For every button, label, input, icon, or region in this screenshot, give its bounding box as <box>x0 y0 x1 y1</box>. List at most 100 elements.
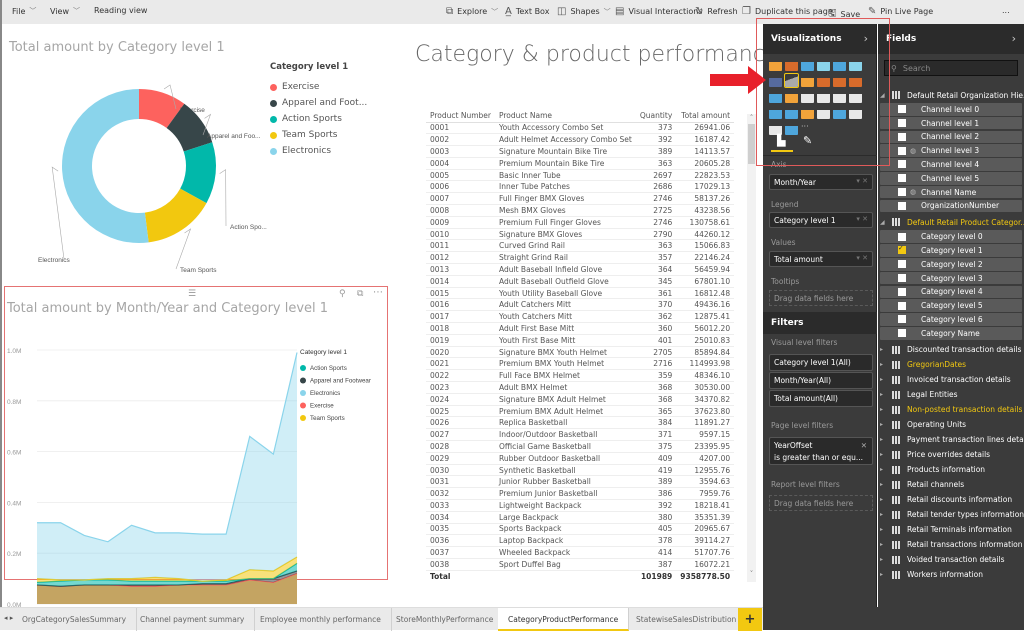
scrollbar-thumb[interactable] <box>748 124 755 164</box>
table-row[interactable]: 0002 Adult Helmet Accessory Combo Set 392 1… <box>426 133 735 147</box>
field-table[interactable]: ▸ Workers information <box>880 568 983 582</box>
donut-slice[interactable] <box>62 89 149 243</box>
page-tab[interactable]: StatewiseSalesDistribution <box>626 608 748 631</box>
area-legend-item[interactable]: Team Sports <box>310 415 345 422</box>
field-item[interactable]: Channel level 4 <box>880 158 1022 171</box>
area-legend-item[interactable]: Action Sports <box>310 365 347 372</box>
table-scrollbar[interactable]: ˄ ˅ <box>747 114 756 582</box>
expand-triangle-icon[interactable]: ◢ <box>880 219 886 226</box>
checkbox[interactable] <box>898 146 906 155</box>
expand-triangle-icon[interactable]: ▸ <box>880 376 886 383</box>
field-item[interactable]: Category level 4 <box>880 285 1022 299</box>
checkbox[interactable] <box>898 188 906 197</box>
donut-legend-item[interactable]: Electronics <box>270 143 367 159</box>
field-table[interactable]: ▸ Operating Units <box>880 418 966 432</box>
table-row[interactable]: 0009 Premium Full Finger Gloves 2746 130758… <box>426 216 735 229</box>
field-item[interactable]: Channel level 5 <box>880 172 1022 185</box>
table-row[interactable]: 0008 Mesh BMX Gloves 2725 43238.56 <box>426 204 735 217</box>
donut-legend-item[interactable]: Apparel and Foot... <box>270 95 367 111</box>
table-row[interactable]: 0021 Premium BMX Youth Helmet 2716 114993.9… <box>426 357 735 371</box>
field-item[interactable]: OrganizationNumber <box>880 199 1022 213</box>
expand-triangle-icon[interactable]: ▸ <box>880 436 886 443</box>
text-box-button[interactable]: A̲ Text Box <box>505 6 549 17</box>
field-table[interactable]: ▸ Legal Entities <box>880 388 958 402</box>
filter-total-amount[interactable]: Total amount(All) <box>769 390 873 407</box>
field-table-group[interactable]: ◢ Default Retail Product Categor... <box>880 215 1024 229</box>
filter-category-level-1[interactable]: Category level 1(All) <box>769 354 873 371</box>
page-tab[interactable]: OrgCategorySalesSummary <box>12 608 138 631</box>
collapse-chevron-icon[interactable]: › <box>1012 32 1016 45</box>
table-row[interactable]: 0007 Full Finger BMX Gloves 2746 58137.26 <box>426 192 735 206</box>
shapes-menu[interactable]: ◫ Shapes ﹀ <box>557 6 611 17</box>
checkbox[interactable] <box>898 301 906 310</box>
explore-menu[interactable]: ⧉ Explore ﹀ <box>446 6 498 17</box>
table-row[interactable]: 0015 Youth Utility Baseball Glove 361 16812… <box>426 287 735 300</box>
field-item[interactable]: ◍ Channel Name <box>880 185 1022 199</box>
field-table[interactable]: ▸ Retail tender types information <box>880 508 1024 522</box>
pin-live-page-button[interactable]: ✎ Pin Live Page <box>868 6 933 17</box>
field-item[interactable]: Category level 3 <box>880 271 1022 285</box>
donut-legend-item[interactable]: Team Sports <box>270 127 367 143</box>
table-row[interactable]: 0001 Youth Accessory Combo Set 373 26941.06 <box>426 122 735 135</box>
expand-triangle-icon[interactable]: ▸ <box>880 571 886 578</box>
checkbox[interactable] <box>898 315 906 324</box>
checkbox[interactable] <box>898 329 906 338</box>
column-header[interactable]: Total amount <box>676 110 735 123</box>
duplicate-page-button[interactable]: ❐ Duplicate this page <box>742 6 833 17</box>
area-legend-item[interactable]: Apparel and Footwear <box>310 378 371 385</box>
field-table[interactable]: ▸ Retail transactions information <box>880 538 1023 552</box>
view-menu[interactable]: View ﹀ <box>50 6 80 16</box>
table-row[interactable]: 0011 Curved Grind Rail 363 15066.83 <box>426 239 735 253</box>
checkbox[interactable] <box>898 160 906 169</box>
table-row[interactable]: 0006 Inner Tube Patches 2686 17029.13 <box>426 180 735 194</box>
table-row[interactable]: 0026 Replica Basketball 384 11891.27 <box>426 416 735 430</box>
table-row[interactable]: 0019 Youth First Base Mitt 401 25010.83 <box>426 334 735 347</box>
expand-triangle-icon[interactable]: ▸ <box>880 496 886 503</box>
more-options-icon[interactable]: ⋯ <box>373 287 383 298</box>
expand-triangle-icon[interactable]: ▸ <box>880 346 886 353</box>
field-item[interactable]: Category level 2 <box>880 258 1022 271</box>
reading-view-button[interactable]: Reading view <box>94 6 147 15</box>
checkbox[interactable] <box>898 201 906 210</box>
table-row[interactable]: 0035 Sports Backpack 405 20965.67 <box>426 523 735 536</box>
expand-triangle-icon[interactable]: ▸ <box>880 361 886 368</box>
pin-visual-icon[interactable]: ⚲ <box>339 289 346 299</box>
drag-handle-icon[interactable]: ☰ <box>188 289 196 299</box>
table-row[interactable]: 0031 Junior Rubber Basketball 389 3594.63 <box>426 475 735 489</box>
table-row[interactable]: 0013 Adult Baseball Infield Glove 364 56459… <box>426 263 735 276</box>
checkbox[interactable] <box>898 174 906 183</box>
table-row[interactable]: 0005 Basic Inner Tube 2697 22823.53 <box>426 169 735 182</box>
table-row[interactable]: 0024 Signature BMX Adult Helmet 368 34370.8… <box>426 393 735 406</box>
expand-triangle-icon[interactable]: ▸ <box>880 526 886 533</box>
field-item[interactable]: Category level 0 <box>880 230 1022 243</box>
field-item[interactable]: ◍ Channel level 3 <box>880 144 1022 157</box>
checkbox[interactable] <box>898 244 906 255</box>
expand-triangle-icon[interactable]: ▸ <box>880 406 886 413</box>
fields-search-input[interactable]: ⚲ Search <box>884 60 1018 76</box>
checkbox[interactable] <box>898 274 906 283</box>
checkbox[interactable] <box>898 287 906 296</box>
field-table-group[interactable]: ◢ Default Retail Organization Hie... <box>880 88 1024 102</box>
page-tab[interactable]: StoreMonthlyPerformance <box>386 608 505 631</box>
remove-filter-icon[interactable]: ✕ <box>861 441 867 450</box>
field-table[interactable]: ▸ Retail discounts information <box>880 493 1012 507</box>
field-item[interactable]: Category Name <box>880 327 1022 340</box>
page-tab[interactable]: CategoryProductPerformance <box>498 608 630 631</box>
area-legend-item[interactable]: Electronics <box>310 390 340 397</box>
report-filters-drop-zone[interactable]: Drag data fields here <box>769 495 873 511</box>
table-row[interactable]: 0036 Laptop Backpack 378 39114.27 <box>426 534 735 548</box>
expand-triangle-icon[interactable]: ▸ <box>880 541 886 548</box>
field-table[interactable]: ▸ Price overrides details <box>880 448 990 462</box>
table-row[interactable]: 0022 Full Face BMX Helmet 359 48346.10 <box>426 369 735 383</box>
file-menu[interactable]: File ﹀ <box>12 6 36 16</box>
table-row[interactable]: 0034 Large Backpack 380 35351.39 <box>426 511 735 524</box>
field-table[interactable]: ▸ Products information <box>880 463 985 477</box>
field-table[interactable]: ▸ Payment transaction lines deta... <box>880 433 1024 447</box>
filter-month-year[interactable]: Month/Year(All) <box>769 372 873 389</box>
field-table[interactable]: ▸ Retail channels <box>880 478 964 492</box>
expand-triangle-icon[interactable]: ▸ <box>880 451 886 458</box>
table-row[interactable]: 0033 Lightweight Backpack 392 18218.41 <box>426 499 735 512</box>
expand-triangle-icon[interactable]: ▸ <box>880 466 886 473</box>
table-row[interactable]: 0020 Signature BMX Youth Helmet 2705 85894.… <box>426 346 735 359</box>
table-row[interactable]: 0025 Premium BMX Adult Helmet 365 37623.80 <box>426 405 735 418</box>
